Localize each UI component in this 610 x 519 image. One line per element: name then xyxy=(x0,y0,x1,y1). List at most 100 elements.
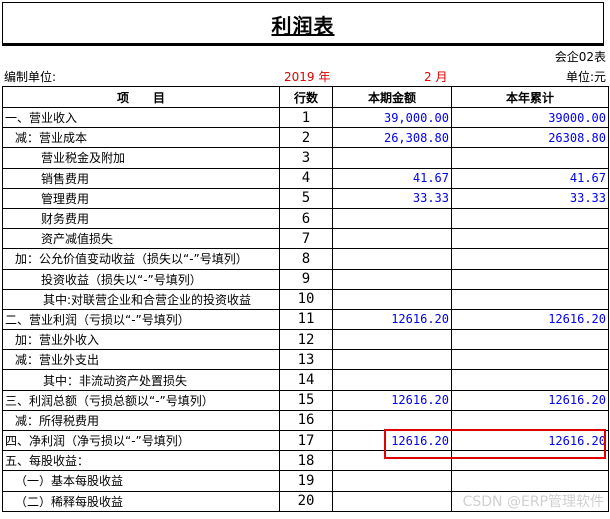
year-to-date-cell[interactable] xyxy=(451,349,609,371)
row-item-label: 资产减值损失 xyxy=(2,228,280,250)
current-amount-cell[interactable] xyxy=(332,268,452,290)
current-amount-cell[interactable] xyxy=(332,288,452,310)
table-row: 营业税金及附加 3 xyxy=(2,147,609,169)
row-number: 15 xyxy=(279,389,333,411)
row-item-label: 四、净利润（净亏损以“-”号填列） xyxy=(2,429,280,452)
table-header-row: 项 目 行数 本期金额 本年累计 xyxy=(2,86,609,108)
row-number: 16 xyxy=(279,409,333,432)
table-row: （一）基本每股收益 19 xyxy=(2,470,609,492)
row-item-label: 三、利润总额（亏损总额以“-”号填列） xyxy=(2,389,280,411)
current-amount-cell[interactable] xyxy=(332,147,452,169)
year-to-date-cell[interactable]: 39000.00 xyxy=(451,106,609,129)
current-amount-cell[interactable] xyxy=(332,470,452,492)
watermark: CSDN @ERP管理软件 xyxy=(462,494,604,510)
current-amount-cell[interactable] xyxy=(332,228,452,250)
header-current-amount: 本期金额 xyxy=(332,86,452,108)
current-amount-cell[interactable] xyxy=(332,207,452,230)
current-amount-cell[interactable] xyxy=(332,349,452,371)
year-to-date-cell[interactable]: 12616.20 xyxy=(451,389,609,411)
header-row-number: 行数 xyxy=(279,86,333,108)
compiling-unit-label: 编制单位: xyxy=(4,70,57,84)
row-number: 6 xyxy=(279,207,333,230)
year-to-date-cell[interactable] xyxy=(451,409,609,432)
row-item-label: 管理费用 xyxy=(2,187,280,209)
row-item-label: 加：公允价值变动收益（损失以“-”号填列） xyxy=(2,248,280,270)
row-item-label: 一、营业收入 xyxy=(2,106,280,129)
row-item-label: （二）稀释每股收益 xyxy=(2,490,280,512)
row-number: 8 xyxy=(279,248,333,270)
year-to-date-cell[interactable] xyxy=(451,268,609,290)
current-amount-cell[interactable] xyxy=(332,409,452,432)
table-row: 减：营业外支出 13 xyxy=(2,349,609,371)
year-to-date-cell[interactable]: 41.67 xyxy=(451,167,609,189)
table-row: 二、营业利润（亏损以“-”号填列） 11 12616.20 12616.20 xyxy=(2,308,609,331)
report-month: 2 月 xyxy=(424,70,448,84)
table-row: 投资收益（损失以“-”号填列） 9 xyxy=(2,268,609,290)
year-to-date-cell[interactable] xyxy=(451,147,609,169)
row-item-label: 投资收益（损失以“-”号填列） xyxy=(2,268,280,290)
current-amount-cell[interactable] xyxy=(332,248,452,270)
row-item-label: 财务费用 xyxy=(2,207,280,230)
table-row: 减：所得税费用 16 xyxy=(2,409,609,432)
row-item-label: 减：营业成本 xyxy=(2,127,280,149)
current-amount-cell[interactable]: 26,308.80 xyxy=(332,127,452,149)
row-item-label: 销售费用 xyxy=(2,167,280,189)
current-amount-cell[interactable] xyxy=(332,329,452,351)
report-year: 2019 年 xyxy=(284,70,331,84)
table-row: 加：公允价值变动收益（损失以“-”号填列） 8 xyxy=(2,248,609,270)
net-profit-highlight-box xyxy=(384,429,606,459)
current-amount-cell[interactable] xyxy=(332,490,452,512)
row-number: 10 xyxy=(279,288,333,310)
row-number: 13 xyxy=(279,349,333,371)
current-amount-cell[interactable]: 33.33 xyxy=(332,187,452,209)
row-number: 5 xyxy=(279,187,333,209)
year-to-date-cell[interactable] xyxy=(451,369,609,391)
header-year-to-date: 本年累计 xyxy=(451,86,609,108)
table-row: 资产减值损失 7 xyxy=(2,228,609,250)
row-item-label: 营业税金及附加 xyxy=(2,147,280,169)
year-to-date-cell[interactable] xyxy=(451,248,609,270)
row-item-label: 其中:对联营企业和合营企业的投资收益 xyxy=(2,288,280,310)
row-item-label: 减：所得税费用 xyxy=(2,409,280,432)
current-amount-cell[interactable]: 12616.20 xyxy=(332,308,452,331)
year-to-date-cell[interactable]: 33.33 xyxy=(451,187,609,209)
row-number: 3 xyxy=(279,147,333,169)
header-item: 项 目 xyxy=(2,86,280,108)
row-number: 18 xyxy=(279,450,333,472)
table-row: 其中:对联营企业和合营企业的投资收益 10 xyxy=(2,288,609,310)
table-row: 减：营业成本 2 26,308.80 26308.80 xyxy=(2,127,609,149)
year-to-date-cell[interactable] xyxy=(451,329,609,351)
row-number: 19 xyxy=(279,470,333,492)
row-number: 14 xyxy=(279,369,333,391)
table-row: 管理费用 5 33.33 33.33 xyxy=(2,187,609,209)
row-number: 2 xyxy=(279,127,333,149)
year-to-date-cell[interactable] xyxy=(451,228,609,250)
year-to-date-cell[interactable] xyxy=(451,207,609,230)
current-amount-cell[interactable]: 39,000.00 xyxy=(332,106,452,129)
current-amount-cell[interactable] xyxy=(332,369,452,391)
row-item-label: 二、营业利润（亏损以“-”号填列） xyxy=(2,308,280,331)
currency-unit: 单位:元 xyxy=(565,70,606,84)
table-row: 其中：非流动资产处置损失 14 xyxy=(2,369,609,391)
current-amount-cell[interactable]: 41.67 xyxy=(332,167,452,189)
row-item-label: 其中：非流动资产处置损失 xyxy=(2,369,280,391)
row-number: 9 xyxy=(279,268,333,290)
row-number: 11 xyxy=(279,308,333,331)
year-to-date-cell[interactable]: 26308.80 xyxy=(451,127,609,149)
table-row: 财务费用 6 xyxy=(2,207,609,230)
row-number: 20 xyxy=(279,490,333,512)
table-row: 三、利润总额（亏损总额以“-”号填列） 15 12616.20 12616.20 xyxy=(2,389,609,411)
row-number: 17 xyxy=(279,429,333,452)
row-number: 12 xyxy=(279,329,333,351)
year-to-date-cell[interactable] xyxy=(451,470,609,492)
year-to-date-cell[interactable]: 12616.20 xyxy=(451,308,609,331)
form-code: 会企02表 xyxy=(554,50,606,64)
row-number: 4 xyxy=(279,167,333,189)
title-box: 利润表 xyxy=(2,2,604,46)
row-item-label: 加：营业外收入 xyxy=(2,329,280,351)
current-amount-cell[interactable]: 12616.20 xyxy=(332,389,452,411)
year-to-date-cell[interactable] xyxy=(451,288,609,310)
row-item-label: 五、每股收益： xyxy=(2,450,280,472)
table-row: 销售费用 4 41.67 41.67 xyxy=(2,167,609,189)
table-row: 加：营业外收入 12 xyxy=(2,329,609,351)
